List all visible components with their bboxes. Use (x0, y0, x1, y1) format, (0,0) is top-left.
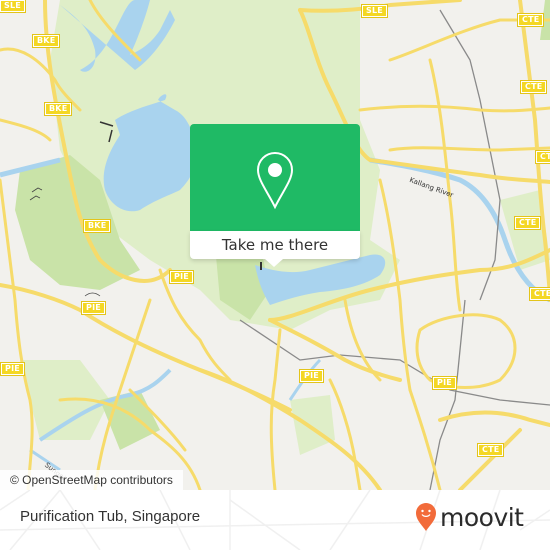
location-popup: Take me there (190, 124, 360, 267)
highway-shield-sle: SLE (0, 0, 26, 13)
highway-shield-cte: CTE (528, 287, 550, 301)
map-attribution[interactable]: © OpenStreetMap contributors (0, 470, 183, 490)
highway-shield-sle: SLE (361, 4, 388, 18)
highway-shield-pie: PIE (299, 369, 324, 383)
place-name: Purification Tub, Singapore (20, 508, 201, 525)
take-me-there-button[interactable]: Take me there (190, 231, 360, 259)
map-pin-icon (256, 151, 294, 210)
brand-name: moovit (440, 503, 524, 532)
highway-shield-cte: CTE (513, 216, 542, 230)
highway-shield-bke: BKE (31, 34, 61, 48)
highway-shield-cte: CTE (476, 443, 505, 457)
map-view[interactable]: SLE SLE CTE CTE CTE CTE CTE CTE BKE BKE … (0, 0, 550, 490)
popup-pointer (265, 259, 283, 267)
moovit-pin-icon (416, 503, 436, 531)
highway-shield-pie: PIE (0, 362, 25, 376)
rail-line (429, 299, 466, 490)
highway-shield-pie: PIE (169, 270, 194, 284)
rail-line (439, 9, 501, 301)
highway-shield-pie: PIE (81, 301, 106, 315)
highway-shield-cte: CTE (516, 13, 545, 27)
park-area (290, 395, 335, 455)
rail-line (239, 319, 550, 406)
highway-shield-bke: BKE (43, 102, 73, 116)
highway-shield-pie: PIE (432, 376, 457, 390)
highway-shield-cte: CTE (534, 150, 550, 164)
footer-bar: Purification Tub, Singapore moovit (0, 490, 550, 550)
trail-marker (84, 292, 101, 297)
highway-shield-bke: BKE (82, 219, 112, 233)
location-marker (260, 262, 262, 270)
popup-header (190, 124, 360, 231)
highway-shield-cte: CTE (519, 80, 548, 94)
